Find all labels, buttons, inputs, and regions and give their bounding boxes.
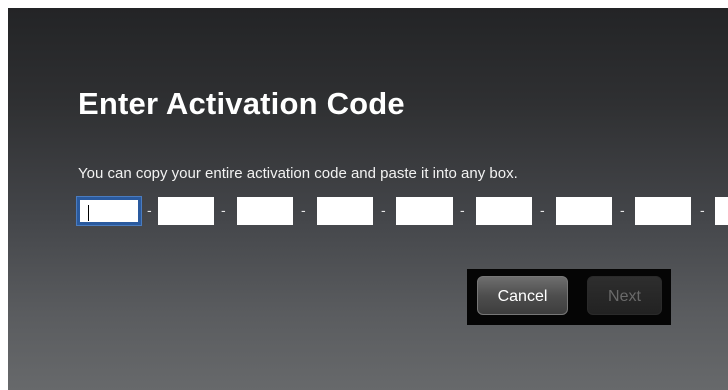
dialog-title: Enter Activation Code	[78, 86, 405, 121]
code-field-3[interactable]	[237, 197, 293, 225]
next-button[interactable]: Next	[587, 276, 662, 315]
activation-dialog: Enter Activation Code You can copy your …	[8, 8, 728, 390]
code-field-8[interactable]	[635, 197, 691, 225]
instructions-text: You can copy your entire activation code…	[78, 165, 518, 182]
code-field-1[interactable]	[77, 197, 141, 225]
code-separator: -	[301, 202, 306, 218]
code-field-6[interactable]	[476, 197, 532, 225]
button-bar: Cancel Next	[467, 269, 671, 325]
code-separator: -	[620, 202, 625, 218]
text-caret	[88, 205, 89, 221]
code-separator: -	[540, 202, 545, 218]
code-field-2[interactable]	[158, 197, 214, 225]
code-field-5[interactable]	[396, 197, 453, 225]
cancel-button[interactable]: Cancel	[477, 276, 568, 315]
code-field-7[interactable]	[556, 197, 612, 225]
code-separator: -	[460, 202, 465, 218]
code-field-9[interactable]	[715, 197, 728, 225]
code-field-4[interactable]	[317, 197, 373, 225]
code-separator: -	[381, 202, 386, 218]
code-separator: -	[221, 202, 226, 218]
code-separator: -	[147, 202, 152, 218]
activation-code-fields: - - - - - - - -	[77, 197, 728, 229]
code-separator: -	[700, 202, 705, 218]
